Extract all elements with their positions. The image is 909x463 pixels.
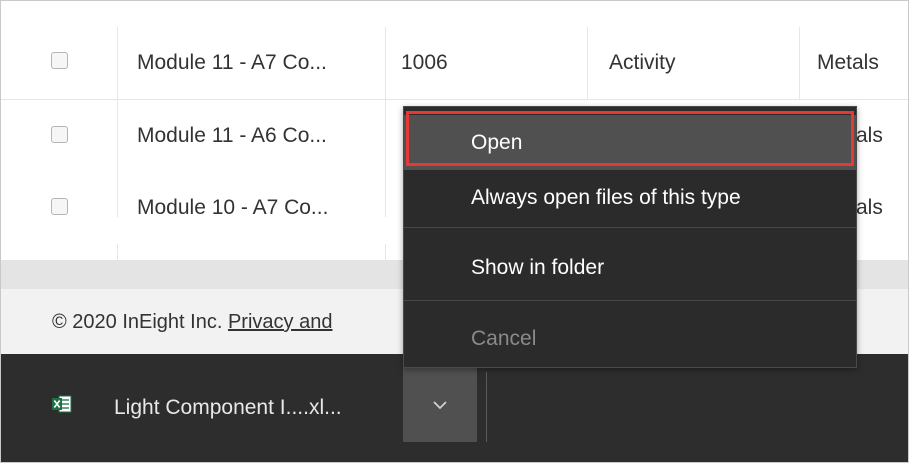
menu-item-show-in-folder[interactable]: Show in folder (404, 238, 856, 298)
download-bar: Light Component I....xl... (1, 354, 908, 462)
menu-divider (404, 227, 856, 228)
app-frame: Module 11 - A7 Co... 1006 Activity Metal… (0, 0, 909, 463)
excel-file-icon (52, 395, 72, 413)
menu-item-always-open[interactable]: Always open files of this type (404, 170, 856, 225)
row-name: Module 11 - A7 Co... (117, 27, 385, 99)
chevron-down-icon (433, 401, 447, 410)
download-file-name[interactable]: Light Component I....xl... (114, 396, 342, 420)
menu-item-open[interactable]: Open (404, 115, 856, 170)
row-checkbox[interactable] (51, 126, 68, 143)
download-bar-divider (486, 372, 487, 442)
row-checkbox[interactable] (51, 52, 68, 69)
download-options-button[interactable] (403, 368, 477, 442)
table-row[interactable]: Module 11 - A7 Co... 1006 Activity Metal… (1, 27, 908, 100)
menu-item-label: Open (471, 130, 523, 154)
row-checkbox[interactable] (51, 198, 68, 215)
row-name: Module 11 - A6 Co... (117, 100, 385, 172)
download-context-menu: Open Always open files of this type Show… (403, 106, 857, 368)
menu-item-label: Cancel (471, 326, 537, 350)
row-id: 1006 (385, 27, 587, 99)
copyright-text: © 2020 InEight Inc. (52, 311, 228, 333)
row-type: Activity (587, 27, 799, 99)
row-category: als (856, 124, 883, 147)
menu-item-label: Always open files of this type (471, 185, 741, 209)
menu-item-cancel: Cancel (404, 311, 856, 366)
menu-item-label: Show in folder (471, 256, 605, 279)
row-category: Metals (799, 27, 908, 99)
privacy-link[interactable]: Privacy and (228, 311, 333, 333)
menu-divider (404, 300, 856, 301)
